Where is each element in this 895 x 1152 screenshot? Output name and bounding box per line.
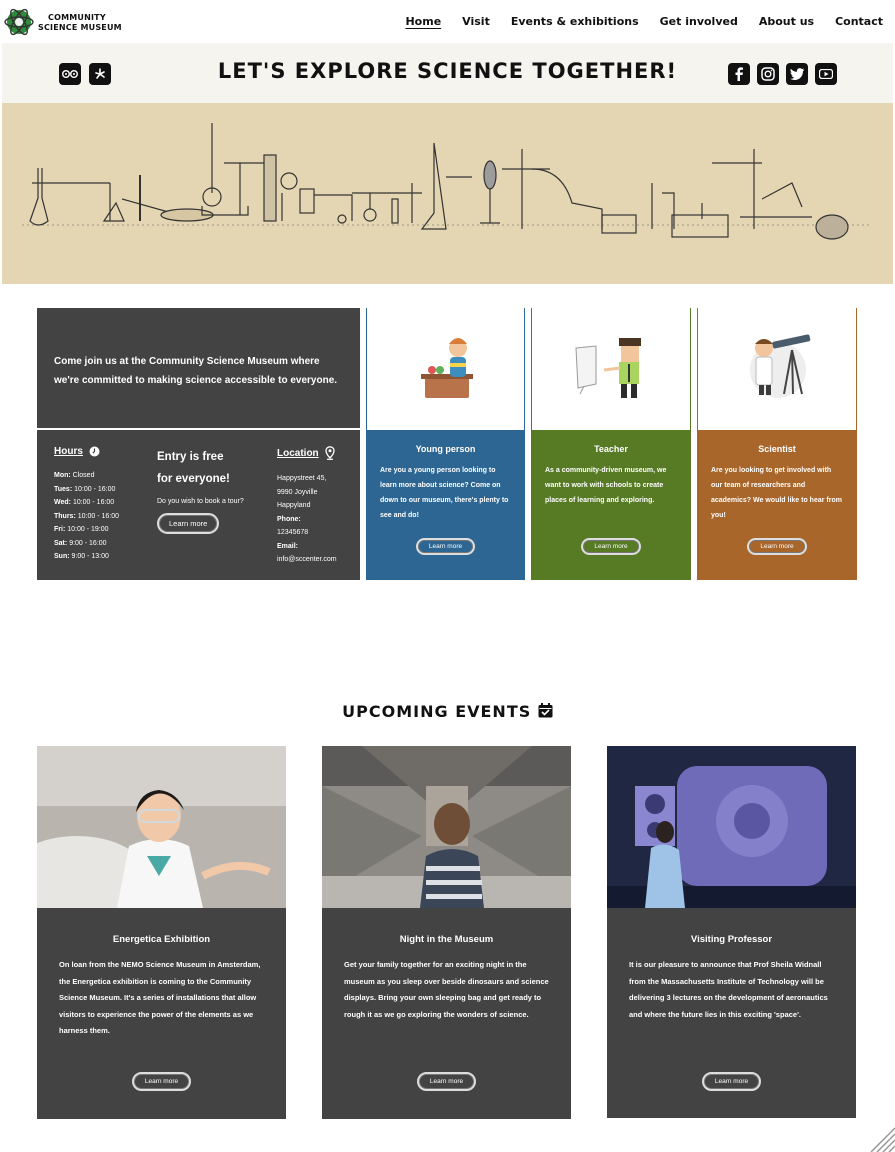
hours-row: Sun: 9:00 - 13:00 <box>54 553 109 560</box>
logo-icon[interactable] <box>4 6 34 38</box>
visiting-professor-learn-more-button[interactable]: Learn more <box>701 1072 762 1091</box>
night-museum-title: Night in the Museum <box>399 934 494 945</box>
teacher-text: As a community-driven museum, we want to… <box>545 467 667 504</box>
energetica-event-photo[interactable] <box>37 746 286 908</box>
facebook-icon[interactable] <box>728 63 750 85</box>
location-address-3: Happyland <box>277 502 311 509</box>
child-scientist-photo <box>37 746 286 908</box>
entry-text: Do you wish to book a tour? <box>157 498 244 505</box>
calendar-check-icon <box>538 703 553 718</box>
young-person-learn-more-button[interactable]: Learn more <box>415 538 476 555</box>
teacher-illustration <box>575 338 641 398</box>
scientist-card: Scientist Are you looking to get involve… <box>697 430 857 580</box>
entry-column: Entry is free for everyone! Do you wish … <box>157 446 267 534</box>
nav-visit[interactable]: Visit <box>462 15 490 28</box>
logo-line-1: COMMUNITY <box>48 13 106 22</box>
site-header: COMMUNITY SCIENCE MUSEUM Home Visit Even… <box>0 0 895 43</box>
scientist-text: Are you looking to get involved with our… <box>711 467 842 519</box>
nav-home[interactable]: Home <box>405 15 441 28</box>
book-tour-button[interactable]: Learn more <box>157 513 220 534</box>
lab-equipment-illustration <box>22 123 872 240</box>
visiting-professor-title: Visiting Professor <box>690 934 773 945</box>
energetica-event-card: Energetica Exhibition On loan from the N… <box>37 908 286 1119</box>
tagline-bar: LET'S EXPLORE SCIENCE TOGETHER! <box>2 43 893 103</box>
young-person-card: Young person Are you a young person look… <box>366 430 525 580</box>
teacher-illustration-area <box>531 308 691 430</box>
location-title: Location <box>277 447 319 459</box>
email-address[interactable]: info@sccenter.com <box>277 553 357 567</box>
phone-label: Phone: <box>277 515 301 523</box>
lab-machine-photo <box>607 746 856 908</box>
logo-line-2: SCIENCE MUSEUM <box>38 23 122 32</box>
entry-title-line-1: Entry is free <box>157 451 224 463</box>
hero-lab-illustration <box>2 103 893 284</box>
visiting-professor-event-photo[interactable] <box>607 746 856 908</box>
main-nav: Home Visit Events & exhibitions Get invo… <box>384 15 883 28</box>
resize-grip-icon[interactable] <box>867 1124 895 1152</box>
hours-title: Hours <box>54 446 83 457</box>
hours-row: Sat: 9:00 - 16:00 <box>54 539 107 547</box>
teacher-title: Teacher <box>594 444 628 454</box>
phone-number: 12345678 <box>277 529 309 536</box>
energetica-text: On loan from the NEMO Science Museum in … <box>59 960 261 1035</box>
upcoming-events-heading: UPCOMING EVENTS <box>0 702 895 721</box>
night-museum-text: Get your family together for an exciting… <box>344 960 549 1019</box>
young-person-title: Young person <box>415 444 476 454</box>
young-person-text: Are you a young person looking to learn … <box>380 467 509 519</box>
energetica-learn-more-button[interactable]: Learn more <box>131 1072 192 1091</box>
teacher-learn-more-button[interactable]: Learn more <box>581 538 641 555</box>
hours-column: Hours Mon: Closed Tues: 10:00 - 16:00 We… <box>54 446 154 564</box>
location-column: Location Happystreet 45, 9990 Joyville H… <box>277 446 357 567</box>
hours-row: Fri: 10:00 - 19:00 <box>54 526 109 533</box>
location-address-1: Happystreet 45, <box>277 475 327 482</box>
nav-events-exhibitions[interactable]: Events & exhibitions <box>511 15 639 28</box>
hours-row: Thurs: 10:00 - 16:00 <box>54 512 119 520</box>
email-label: Email: <box>277 542 299 550</box>
intro-panel: Come join us at the Community Science Mu… <box>37 308 360 428</box>
scientist-illustration <box>750 334 811 398</box>
upcoming-events-title: UPCOMING EVENTS <box>342 702 532 721</box>
scientist-learn-more-button[interactable]: Learn more <box>747 538 807 555</box>
hours-row: Mon: Closed <box>54 472 95 479</box>
hours-row: Tues: 10:00 - 16:00 <box>54 485 116 493</box>
teacher-card: Teacher As a community-driven museum, we… <box>531 430 691 580</box>
hours-row: Wed: 10:00 - 16:00 <box>54 499 115 506</box>
visiting-professor-event-card: Visiting Professor It is our pleasure to… <box>607 908 856 1118</box>
nav-contact[interactable]: Contact <box>835 15 883 28</box>
map-pin-icon <box>325 446 335 460</box>
visitor-info-panel: Hours Mon: Closed Tues: 10:00 - 16:00 We… <box>37 430 360 580</box>
scientist-illustration-area <box>697 308 857 430</box>
location-heading[interactable]: Location <box>277 446 357 460</box>
intro-text: Come join us at the Community Science Mu… <box>54 356 338 386</box>
museum-hall-photo <box>322 746 571 908</box>
nav-about-us[interactable]: About us <box>759 15 814 28</box>
young-person-illustration-area <box>366 308 525 430</box>
logo-text[interactable]: COMMUNITY SCIENCE MUSEUM <box>38 13 122 33</box>
night-museum-learn-more-button[interactable]: Learn more <box>416 1072 477 1091</box>
nav-get-involved[interactable]: Get involved <box>660 15 738 28</box>
night-museum-event-card: Night in the Museum Get your family toge… <box>322 908 571 1119</box>
hours-heading[interactable]: Hours <box>54 446 154 457</box>
young-person-illustration <box>421 338 473 398</box>
twitter-icon[interactable] <box>786 63 808 85</box>
youtube-icon[interactable] <box>815 63 837 85</box>
energetica-title: Energetica Exhibition <box>112 934 211 945</box>
visiting-professor-text: It is our pleasure to announce that Prof… <box>629 960 828 1019</box>
entry-title-line-2: for everyone! <box>157 473 230 485</box>
night-museum-event-photo[interactable] <box>322 746 571 908</box>
scientist-title: Scientist <box>758 444 796 454</box>
instagram-icon[interactable] <box>757 63 779 85</box>
clock-icon <box>89 446 100 457</box>
location-address-2: 9990 Joyville <box>277 488 318 496</box>
